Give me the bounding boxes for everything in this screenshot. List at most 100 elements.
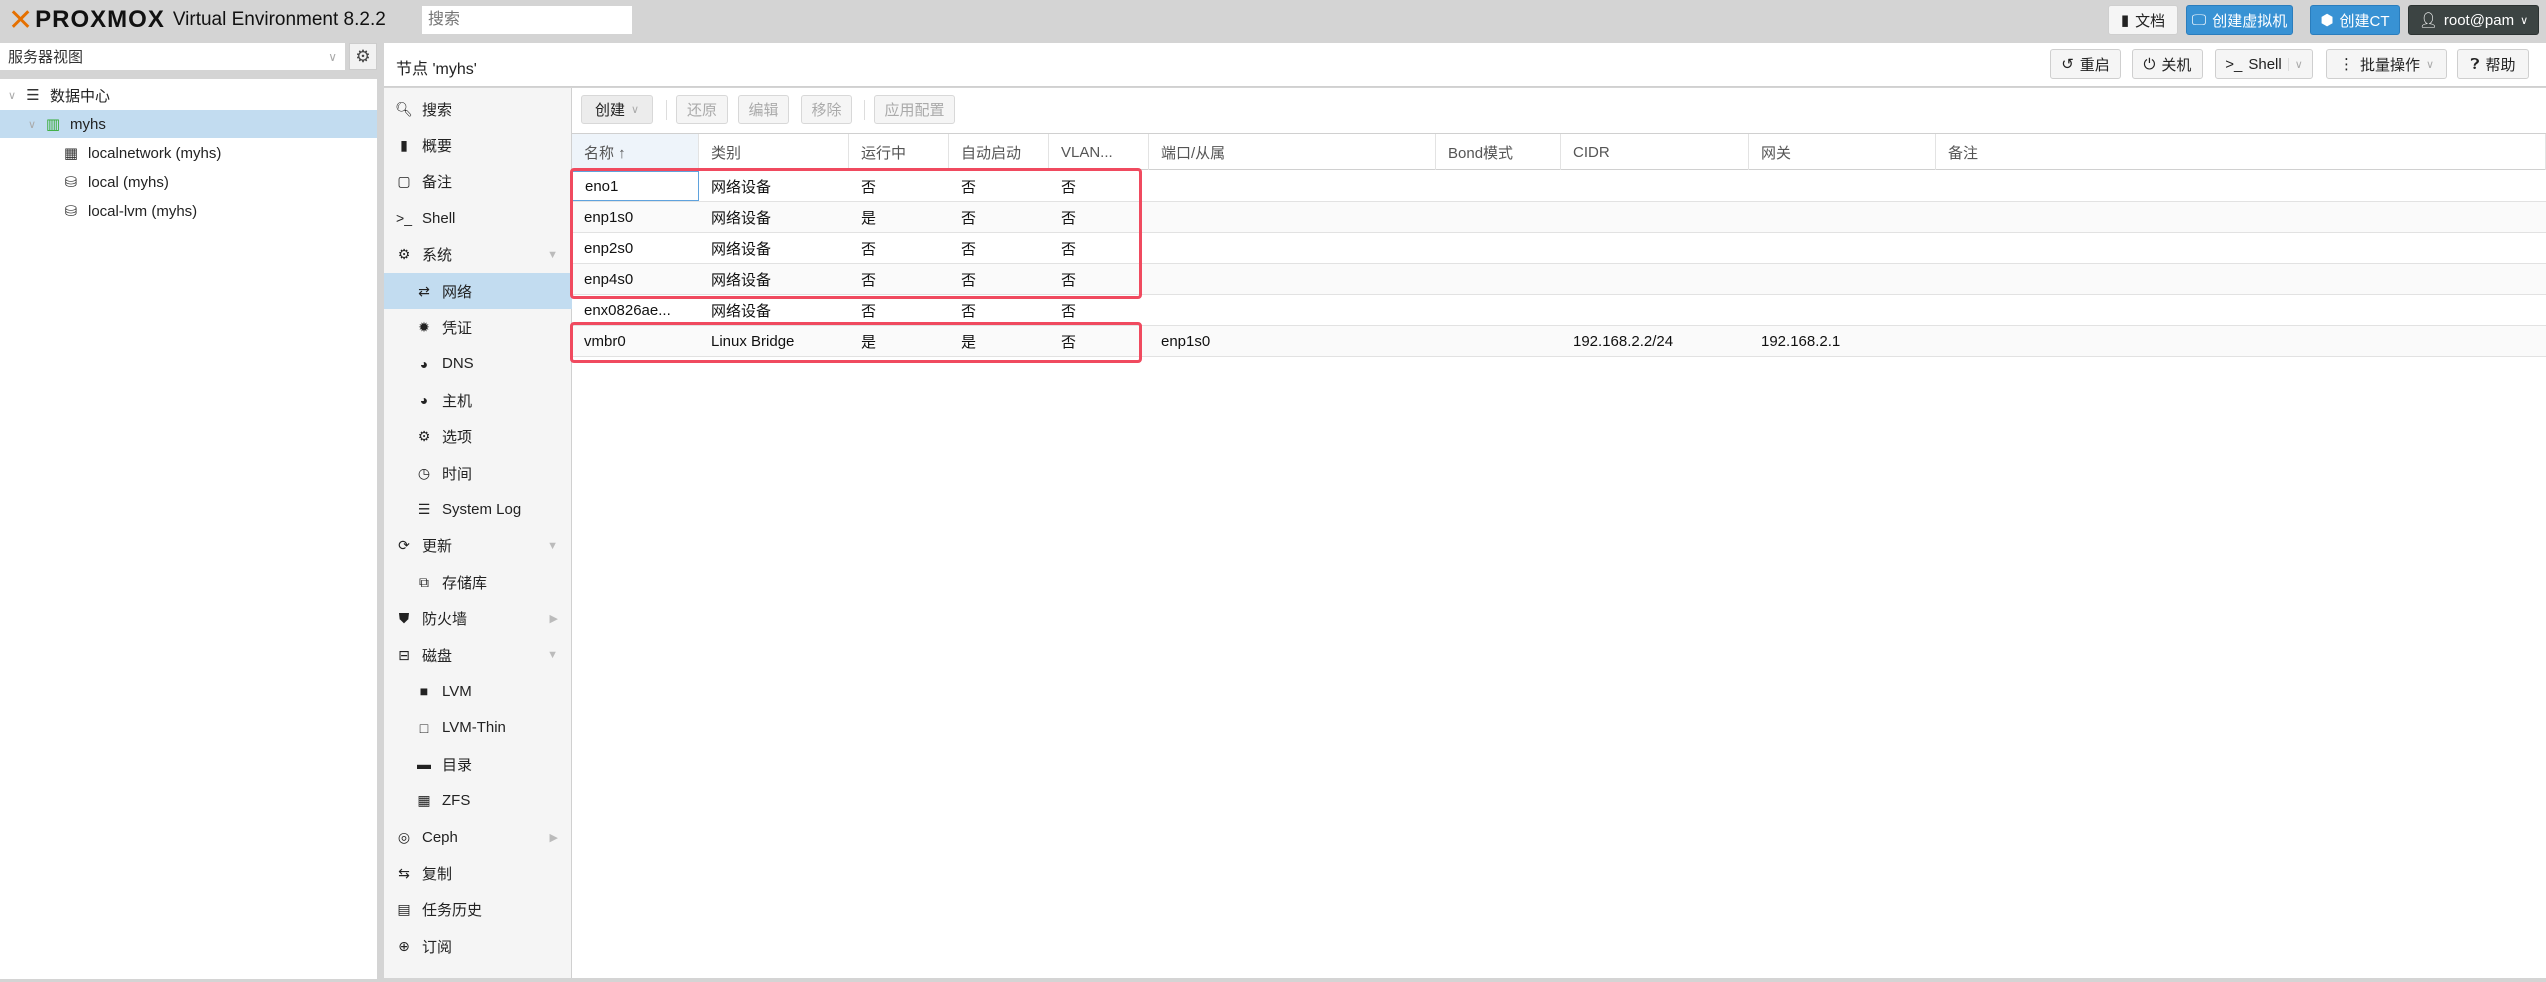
tree-item[interactable]: ∨ ☰ 数据中心	[0, 81, 377, 109]
tree-item[interactable]: ⛁ local-lvm (myhs)	[0, 197, 377, 225]
reboot-button[interactable]: ↺ 重启	[2050, 49, 2121, 79]
table-cell: 否	[1061, 178, 1077, 196]
nav-item-12[interactable]: ⟳ 更新 ▼	[384, 528, 572, 564]
table-cell	[1749, 202, 1936, 232]
tree-item-label: localnetwork (myhs)	[88, 144, 222, 162]
nav-item-1[interactable]: ▮ 概要	[384, 127, 572, 163]
table-cell: 网络设备	[711, 209, 772, 227]
nav-item-2[interactable]: ▢ 备注	[384, 164, 572, 200]
proxmox-x-icon: ✕	[8, 3, 33, 37]
table-cell: Linux Bridge	[711, 332, 795, 350]
edit-button[interactable]: 编辑	[738, 95, 789, 124]
nav-item-label: LVM-Thin	[442, 719, 506, 737]
table-row[interactable]: enp4s0 网络设备 否 否 否	[572, 264, 2546, 295]
gear-icon[interactable]: ⚙	[349, 43, 377, 70]
tree-item-label: local (myhs)	[88, 173, 169, 191]
table-cell: 网络设备	[711, 302, 772, 320]
nav-item-13[interactable]: ⧉ 存储库	[384, 564, 572, 600]
docs-button[interactable]: ▮ 文档	[2108, 5, 2178, 35]
create-button[interactable]: 创建 ∨	[581, 95, 653, 124]
column-header[interactable]: VLAN...	[1049, 134, 1149, 170]
tree-item-label: myhs	[70, 115, 106, 133]
shutdown-button[interactable]: ⏻ 关机	[2132, 49, 2203, 79]
table-row[interactable]: enp2s0 网络设备 否 否 否	[572, 233, 2546, 264]
table-cell	[1749, 171, 1936, 201]
create-vm-button[interactable]: 🖵 创建虚拟机	[2186, 5, 2293, 35]
table-cell: 否	[861, 240, 877, 258]
nav-item-label: 系统	[422, 247, 453, 265]
column-header[interactable]: Bond模式	[1436, 134, 1561, 170]
column-header[interactable]: 端口/从属	[1149, 134, 1436, 170]
nav-item-label: 目录	[442, 756, 473, 774]
column-header[interactable]: 运行中	[849, 134, 949, 170]
nav-item-21[interactable]: ⇆ 复制	[384, 855, 572, 891]
table-row[interactable]: enx0826ae... 网络设备 否 否 否	[572, 295, 2546, 326]
nav-item-7[interactable]: ◕ DNS	[384, 346, 572, 382]
clock-icon: ◷	[417, 464, 431, 481]
expand-chevron-icon[interactable]: ∨	[28, 118, 42, 131]
chevron-down-icon: ∨	[2520, 14, 2529, 27]
chevron-down-icon[interactable]: ▼	[547, 649, 558, 661]
user-menu-button[interactable]: 👤︎ root@pam ∨	[2408, 5, 2539, 35]
nav-item-5[interactable]: ⇄ 网络	[384, 273, 572, 309]
nav-item-16[interactable]: ■ LVM	[384, 673, 572, 709]
tree-item[interactable]: ▦ localnetwork (myhs)	[0, 139, 377, 167]
nav-item-6[interactable]: ✹ 凭证	[384, 309, 572, 345]
apply-config-button[interactable]: 应用配置	[874, 95, 955, 124]
table-cell: 否	[961, 178, 977, 196]
table-row[interactable]: eno1 网络设备 否 否 否	[572, 171, 2546, 202]
remove-button[interactable]: 移除	[801, 95, 852, 124]
nav-item-20[interactable]: ◎ Ceph ▶	[384, 819, 572, 855]
shell-button[interactable]: >_ Shell ∨	[2215, 49, 2313, 79]
table-cell	[1436, 171, 1561, 201]
nav-item-23[interactable]: ⊕ 订阅	[384, 928, 572, 964]
chevron-right-icon[interactable]: ▶	[550, 831, 558, 844]
table-cell: 192.168.2.2/24	[1573, 332, 1674, 350]
chevron-down-icon[interactable]: ▼	[547, 249, 558, 261]
column-header[interactable]: 备注	[1936, 134, 2546, 170]
create-ct-button[interactable]: ⬢ 创建CT	[2310, 5, 2400, 35]
search-input[interactable]	[422, 6, 632, 34]
nav-item-9[interactable]: ⚙ 选项	[384, 419, 572, 455]
chevron-down-icon[interactable]: ▼	[547, 540, 558, 552]
nav-item-11[interactable]: ☰ System Log	[384, 491, 572, 527]
nav-item-8[interactable]: ◕ 主机	[384, 382, 572, 418]
revert-button[interactable]: 还原	[676, 95, 728, 124]
nav-item-10[interactable]: ◷ 时间	[384, 455, 572, 491]
column-header[interactable]: 网关	[1749, 134, 1936, 170]
table-cell: enp1s0	[584, 208, 634, 226]
table-cell	[1149, 233, 1436, 263]
column-header[interactable]: 自动启动	[949, 134, 1049, 170]
expand-chevron-icon[interactable]: ∨	[8, 89, 22, 102]
table-row[interactable]: enp1s0 网络设备 是 否 否	[572, 202, 2546, 233]
terminal-icon: >_	[396, 210, 412, 227]
help-button[interactable]: ❓︎ 帮助	[2457, 49, 2529, 79]
ceph-icon: ◎	[397, 828, 411, 845]
tree-item-label: local-lvm (myhs)	[88, 202, 198, 220]
column-header[interactable]: 名称 ↑	[572, 134, 699, 170]
table-cell: 否	[961, 240, 977, 258]
nav-item-19[interactable]: ▦ ZFS	[384, 783, 572, 819]
network-panel: 创建 ∨ 还原 编辑 移除 应用配置 名称 ↑ 类别 运行中 自动启动 VLAN... 端口…	[570, 88, 2546, 978]
column-header[interactable]: 类别	[699, 134, 849, 170]
nav-item-label: 搜索	[422, 101, 453, 119]
nav-item-0[interactable]: 🔍︎ 搜索	[384, 91, 572, 127]
nav-item-14[interactable]: ⛊ 防火墙 ▶	[384, 601, 572, 637]
tree-item[interactable]: ∨ ▥ myhs	[0, 110, 377, 138]
terminal-icon: >_	[2225, 55, 2243, 73]
column-header[interactable]: CIDR	[1561, 134, 1749, 170]
square-outline-icon: □	[419, 719, 429, 736]
nav-item-4[interactable]: ⚙ 系统 ▼	[384, 237, 572, 273]
nav-item-3[interactable]: >_ Shell	[384, 200, 572, 236]
view-select[interactable]: 服务器视图 ∨	[0, 43, 345, 70]
nav-item-17[interactable]: □ LVM-Thin	[384, 710, 572, 746]
nav-item-18[interactable]: ▬ 目录	[384, 746, 572, 782]
table-cell	[1561, 171, 1749, 201]
tree-item[interactable]: ⛁ local (myhs)	[0, 168, 377, 196]
table-row[interactable]: vmbr0 Linux Bridge 是 是 否 enp1s0 192.168.2.2/24…	[572, 326, 2546, 357]
bulk-actions-button[interactable]: ⋮ 批量操作 ∨	[2326, 49, 2447, 79]
chevron-right-icon[interactable]: ▶	[550, 612, 558, 625]
nav-item-label: 防火墙	[422, 611, 468, 629]
nav-item-15[interactable]: ⊟ 磁盘 ▼	[384, 637, 572, 673]
nav-item-22[interactable]: ▤ 任务历史	[384, 892, 572, 928]
